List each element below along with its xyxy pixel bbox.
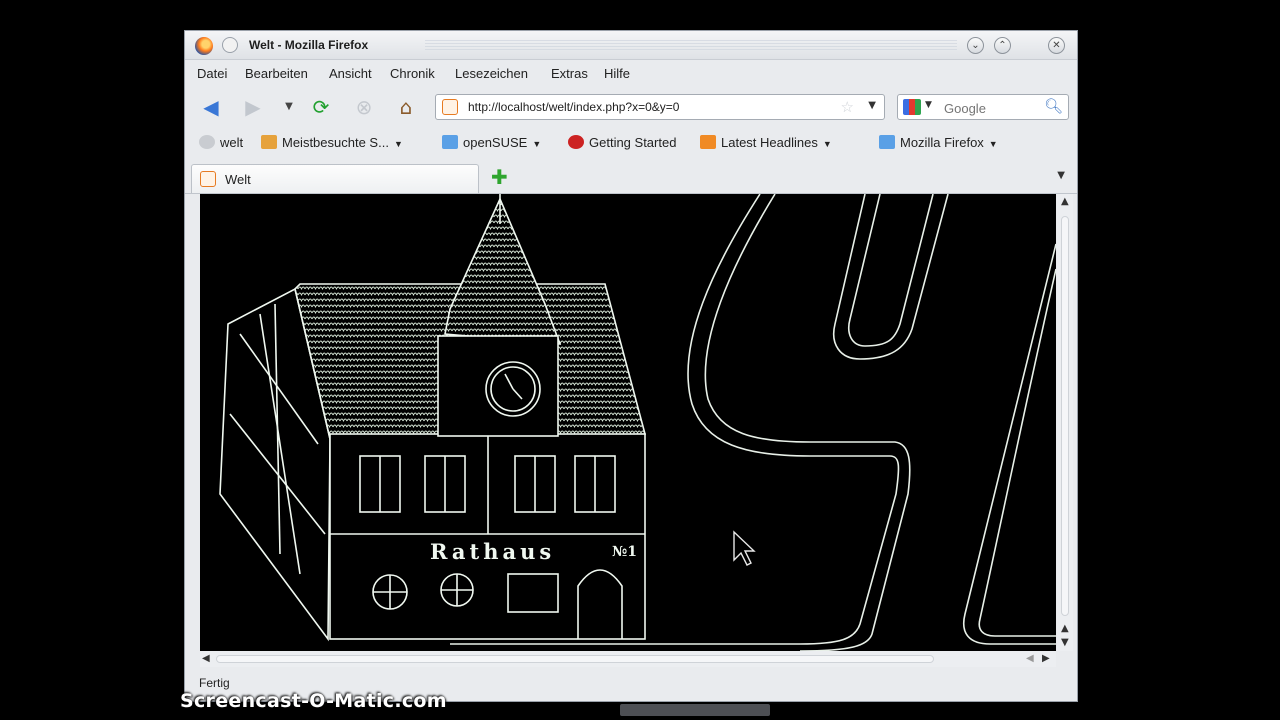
site-favicon-icon [200,171,216,187]
url-text: http://localhost/welt/index.php?x=0&y=0 [468,100,680,114]
menu-hilfe[interactable]: Hilfe [604,66,630,81]
bookmark-label: Mozilla Firefox [900,135,984,150]
chevron-down-icon: ▼ [822,139,832,149]
close-button[interactable]: ✕ [1048,37,1065,54]
bookmark-label: Latest Headlines [721,135,818,150]
scroll-down-icon[interactable]: ▼ [1061,638,1069,648]
town-hall-sign: Rathaus [430,539,555,564]
firefox-logo-icon [195,37,213,55]
scroll-up-icon[interactable]: ▲ [1061,624,1069,634]
bookmarks-toolbar: welt Meistbesuchte S... ▼ openSUSE ▼ Getti… [185,128,1077,158]
history-dropdown-button[interactable]: ▼ [275,94,303,120]
bookmark-label: Meistbesuchte S... [282,135,389,150]
bookmark-label: welt [220,135,244,150]
vertical-scrollbar[interactable]: ▲ ▲ ▼ [1057,194,1073,651]
search-bar: ▼ 🔍︎ [897,94,1069,120]
home-button[interactable]: ⌂ [392,94,420,120]
reload-button[interactable]: ⟳ [307,94,335,120]
town-hall-number: №1 [612,544,637,560]
search-icon[interactable]: 🔍︎ [1044,97,1063,115]
scroll-left-icon[interactable]: ◀ [1026,654,1034,664]
bookmark-welt[interactable]: welt [199,135,243,150]
town-hall-drawing [219,194,647,642]
menu-bearbeiten[interactable]: Bearbeiten [245,66,308,81]
vertical-scroll-thumb[interactable] [1061,216,1069,616]
site-favicon-icon [442,99,458,115]
forward-button[interactable]: ▶ [239,94,267,120]
maximize-button[interactable]: ⌃ [994,37,1011,54]
bookmark-meistbesuchte[interactable]: Meistbesuchte S... ▼ [261,135,403,150]
tab-list-dropdown-icon[interactable]: ▼ [1057,170,1065,181]
world-map-canvas[interactable]: Rathaus №1 [200,194,1056,651]
url-dropdown-icon[interactable]: ▼ [868,100,876,111]
bookmark-label: Getting Started [589,135,677,150]
scroll-left-icon[interactable]: ◀ [202,654,210,664]
bookmark-opensuse[interactable]: openSUSE ▼ [442,135,541,150]
horizontal-scrollbar[interactable]: ◀ ◀ ▶ [200,651,1056,667]
search-engine-dropdown-icon[interactable]: ▼ [925,100,932,110]
firefox-icon [568,135,584,149]
rss-icon [700,135,716,149]
stop-button[interactable]: ⊗ [350,94,378,120]
browser-window: Welt - Mozilla Firefox ⌄ ⌃ ✕ Datei Bearb… [184,30,1078,702]
bookmark-getting-started[interactable]: Getting Started [568,135,676,150]
watermark: Screencast-O-Matic.com [180,690,447,712]
bookmark-star-icon[interactable]: ☆ [841,98,854,116]
folder-icon [879,135,895,149]
status-text: Fertig [199,676,230,690]
folder-icon [261,135,277,149]
menu-lesezeichen[interactable]: Lesezeichen [455,66,528,81]
bookmark-label: openSUSE [463,135,528,150]
horizontal-scroll-thumb[interactable] [216,655,934,663]
tab-strip: Welt ✚ ▼ [185,161,1077,194]
page-icon [199,135,215,149]
new-tab-button[interactable]: ✚ [491,167,508,187]
minimize-button[interactable]: ⌄ [967,37,984,54]
chevron-down-icon: ▼ [393,139,403,149]
chevron-down-icon: ▼ [988,139,998,149]
search-engine-icon[interactable] [903,99,921,115]
menu-chronik[interactable]: Chronik [390,66,435,81]
bookmark-mozilla-firefox[interactable]: Mozilla Firefox ▼ [879,135,998,150]
title-bar[interactable]: Welt - Mozilla Firefox ⌄ ⌃ ✕ [185,31,1077,60]
menu-extras[interactable]: Extras [551,66,588,81]
taskbar-fragment [620,704,770,716]
bookmark-latest-headlines[interactable]: Latest Headlines ▼ [700,135,832,150]
scroll-right-icon[interactable]: ▶ [1042,654,1050,664]
menu-ansicht[interactable]: Ansicht [329,66,372,81]
menu-bar: Datei Bearbeiten Ansicht Chronik Lesezei… [185,60,1077,86]
tab-welt[interactable]: Welt [191,164,479,193]
page-content[interactable]: Rathaus №1 [200,194,1056,651]
folder-icon [442,135,458,149]
search-input[interactable] [942,98,1042,118]
chevron-down-icon: ▼ [532,139,542,149]
tab-label: Welt [225,172,251,187]
menu-datei[interactable]: Datei [197,66,227,81]
navigation-toolbar: ◀ ▶ ▼ ⟳ ⊗ ⌂ http://localhost/welt/index.… [185,88,1077,126]
title-decoration [425,40,957,50]
scroll-up-icon[interactable]: ▲ [1061,197,1069,207]
window-title: Welt - Mozilla Firefox [249,38,369,52]
back-button[interactable]: ◀ [197,94,225,120]
mouse-cursor-icon [733,530,756,566]
pin-icon[interactable] [222,37,238,53]
url-bar[interactable]: http://localhost/welt/index.php?x=0&y=0 … [435,94,885,120]
